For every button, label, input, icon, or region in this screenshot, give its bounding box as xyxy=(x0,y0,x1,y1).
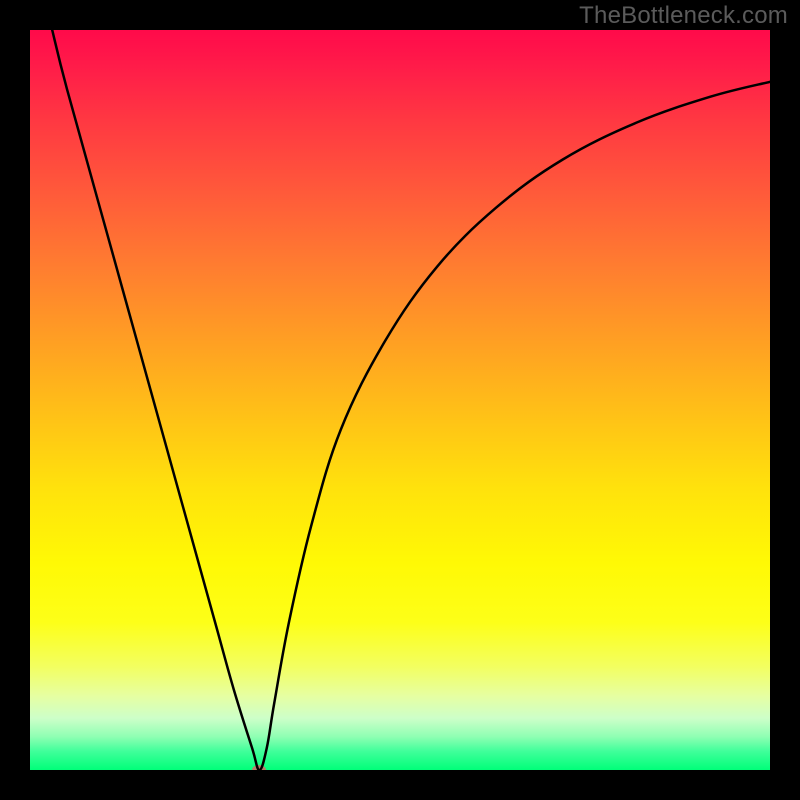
curve-svg xyxy=(30,30,770,770)
bottleneck-curve-path xyxy=(52,30,770,770)
chart-stage: TheBottleneck.com xyxy=(0,0,800,800)
watermark-text: TheBottleneck.com xyxy=(579,2,788,30)
plot-area xyxy=(30,30,770,770)
